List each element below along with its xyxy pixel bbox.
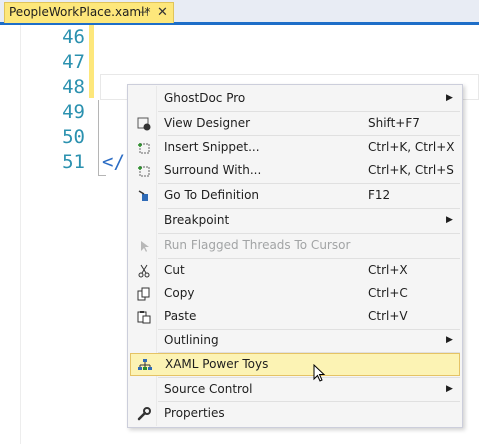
snippet-icon [136,136,152,159]
menu-item-label: Breakpoint [164,213,230,227]
menu-item-label: View Designer [164,116,251,130]
line-number: 49 [62,101,85,123]
menu-item-outlining[interactable]: Outlining ▶ [130,329,460,352]
menu-item-shortcut: Ctrl+K, Ctrl+S [368,163,454,177]
menu-item-shortcut: Shift+F7 [368,116,420,130]
menu-item-paste[interactable]: Paste Ctrl+V [130,305,460,328]
menu-item-insert-snippet[interactable]: Insert Snippet... Ctrl+K, Ctrl+X [130,136,460,159]
menu-item-label: Insert Snippet... [164,140,260,154]
menu-item-run-flagged-threads: Run Flagged Threads To Cursor [130,234,460,257]
surround-icon [136,159,152,182]
copy-icon [136,282,152,305]
menu-item-shortcut: F12 [368,188,391,202]
menu-item-shortcut: Ctrl+V [368,309,408,323]
outline-fold-line [98,100,99,176]
editor-margin-line [20,25,21,444]
menu-item-label: Surround With... [164,163,262,177]
close-tab-icon[interactable]: ✕ [157,3,168,22]
menu-item-shortcut: Ctrl+X [368,263,408,277]
menu-item-go-to-definition[interactable]: Go To Definition F12 [130,184,460,207]
goto-definition-icon [136,184,152,207]
menu-item-source-control[interactable]: Source Control ▶ [130,378,460,401]
line-number: 47 [62,51,85,73]
menu-item-surround-with[interactable]: Surround With... Ctrl+K, Ctrl+S [130,159,460,182]
menu-item-label: Copy [164,286,195,300]
menu-item-properties[interactable]: Properties [130,402,460,425]
wrench-icon [136,402,152,425]
submenu-arrow-icon: ▶ [446,93,453,103]
context-menu: GhostDoc Pro ▶ View Designer Shift+F7 In… [127,84,463,428]
line-number: 48 [62,76,85,98]
menu-item-shortcut: Ctrl+K, Ctrl+X [368,140,455,154]
paste-icon [136,305,152,328]
code-text[interactable]: </ [102,150,125,174]
scissors-icon [136,259,152,282]
line-number: 51 [62,151,85,173]
menu-item-label: Paste [164,309,197,323]
menu-item-label: Run Flagged Threads To Cursor [164,238,351,252]
menu-item-label: XAML Power Toys [165,357,269,371]
menu-item-ghostdoc-pro[interactable]: GhostDoc Pro ▶ [130,87,460,110]
line-number: 46 [62,26,85,48]
menu-item-label: GhostDoc Pro [164,91,246,105]
tab-title: PeopleWorkPlace.xaml* [9,5,151,19]
document-tab[interactable]: PeopleWorkPlace.xaml* ⊣ ✕ [4,2,174,23]
unsaved-change-marker [89,25,94,98]
run-cursor-icon [136,234,152,257]
submenu-arrow-icon: ▶ [446,335,453,345]
menu-item-label: Source Control [164,382,253,396]
pin-icon[interactable]: ⊣ [139,3,149,22]
menu-item-copy[interactable]: Copy Ctrl+C [130,282,460,305]
menu-item-label: Properties [164,406,225,420]
line-number: 50 [62,126,85,148]
menu-item-shortcut: Ctrl+C [368,286,408,300]
menu-item-label: Outlining [164,333,219,347]
menu-item-label: Cut [164,263,185,277]
designer-icon [136,112,152,135]
menu-item-breakpoint[interactable]: Breakpoint ▶ [130,209,460,232]
power-toys-icon [137,354,153,377]
submenu-arrow-icon: ▶ [446,215,453,225]
menu-item-cut[interactable]: Cut Ctrl+X [130,259,460,282]
menu-item-xaml-power-toys[interactable]: XAML Power Toys [130,353,460,376]
outline-fold-end [98,175,106,176]
submenu-arrow-icon: ▶ [446,384,453,394]
menu-item-label: Go To Definition [164,188,260,202]
menu-item-view-designer[interactable]: View Designer Shift+F7 [130,112,460,135]
mouse-cursor-icon [313,364,326,382]
